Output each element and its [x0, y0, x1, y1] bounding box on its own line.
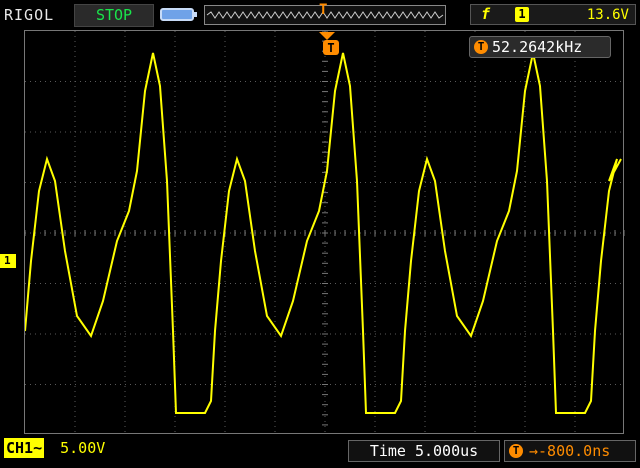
brand-logo: RIGOL: [4, 6, 55, 24]
trigger-position-marker[interactable]: T: [319, 2, 327, 18]
frequency-readout: T 52.2642kHz: [469, 36, 611, 58]
trigger-time-marker[interactable]: T: [319, 32, 341, 56]
graticule: [25, 31, 625, 435]
channel-1-ground-marker[interactable]: 1: [0, 254, 16, 268]
trigger-source-badge: 1: [515, 7, 529, 22]
timebase-readout[interactable]: Time 5.000us: [348, 440, 500, 462]
bottom-status-bar: CH1~ 5.00V Time 5.000us T →-800.0ns: [0, 436, 640, 468]
channel-1-label: CH1: [6, 439, 34, 457]
trigger-settings[interactable]: f 1 13.6V: [470, 4, 636, 25]
channel-1-settings[interactable]: CH1~ 5.00V: [4, 438, 144, 460]
trigger-icon: T: [474, 40, 488, 54]
run-stop-status[interactable]: STOP: [74, 4, 154, 27]
volts-per-div: 5.00V: [60, 439, 106, 457]
channel-1-tag: CH1~: [4, 438, 45, 458]
trigger-offset-readout[interactable]: T →-800.0ns: [504, 440, 636, 462]
frequency-value: 52.2642kHz: [492, 38, 583, 56]
rising-edge-icon: f: [481, 5, 491, 23]
trigger-time-marker-label: T: [327, 41, 334, 55]
trigger-offset-icon: T: [509, 444, 523, 458]
trigger-offset-value: →-800.0ns: [529, 442, 611, 460]
ac-coupling-icon: ~: [33, 439, 43, 457]
top-status-bar: RIGOL STOP T f 1 13.6V: [0, 0, 640, 30]
trigger-level: 13.6V: [586, 7, 629, 23]
waveform-display[interactable]: [24, 30, 625, 435]
battery-icon: [160, 8, 197, 21]
